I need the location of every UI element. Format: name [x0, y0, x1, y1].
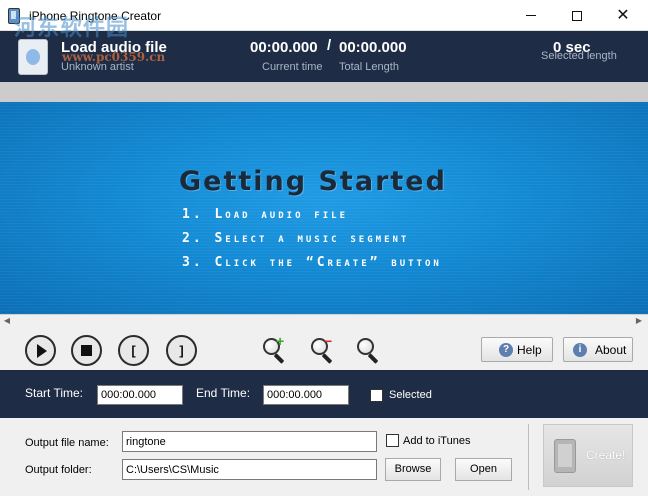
play-button[interactable]	[25, 335, 56, 366]
bracket-right-icon: ]	[179, 343, 184, 358]
output-folder-label: Output folder:	[25, 464, 92, 476]
zoom-in-button[interactable]: +	[261, 333, 289, 364]
stop-button[interactable]	[71, 335, 102, 366]
help-button[interactable]: ? Help	[481, 337, 553, 362]
step-2: 2. Select a music segment	[182, 231, 410, 246]
total-length-value: 00:00.000	[339, 39, 407, 56]
maximize-button[interactable]	[554, 0, 600, 31]
scroll-right-arrow-icon[interactable]: ▶	[634, 316, 644, 326]
add-to-itunes-label[interactable]: Add to iTunes	[403, 435, 470, 447]
about-label: About	[595, 343, 627, 357]
stop-icon	[81, 345, 92, 356]
start-time-input[interactable]	[97, 385, 183, 405]
about-button[interactable]: i About	[563, 337, 633, 362]
start-time-label: Start Time:	[25, 386, 84, 400]
scroll-left-arrow-icon[interactable]: ◀	[2, 316, 12, 326]
help-icon: ?	[499, 343, 513, 357]
close-button[interactable]: ✕	[600, 0, 646, 31]
set-start-button[interactable]: [	[118, 335, 149, 366]
end-time-label: End Time:	[196, 386, 251, 400]
create-label: Create!	[586, 448, 626, 462]
waveform-area[interactable]: Getting Started 1. Load audio file 2. Se…	[0, 102, 648, 314]
magnifier-icon	[357, 338, 374, 355]
minus-icon: −	[324, 333, 333, 349]
output-file-name-input[interactable]	[122, 431, 377, 452]
zoom-fit-button[interactable]	[355, 336, 383, 364]
watermark-logo: 河东软件园	[14, 16, 130, 41]
getting-started-title: Getting Started	[179, 166, 447, 197]
horizontal-scrollbar[interactable]: ◀ ▶	[0, 314, 648, 326]
zoom-out-button[interactable]: −	[309, 333, 337, 364]
info-icon: i	[573, 343, 587, 357]
transport-toolbar: [ ] + − ? Help i About	[0, 326, 648, 370]
end-time-input[interactable]	[263, 385, 349, 405]
plus-icon: +	[276, 333, 285, 349]
open-button[interactable]: Open	[455, 458, 512, 481]
minimize-icon	[526, 15, 536, 17]
output-panel: Output file name: Add to iTunes Output f…	[0, 418, 648, 496]
bracket-left-icon: [	[131, 343, 136, 358]
time-separator: /	[327, 37, 332, 54]
audio-file-icon[interactable]	[18, 39, 48, 75]
output-folder-input[interactable]	[122, 459, 377, 480]
set-end-button[interactable]: ]	[166, 335, 197, 366]
create-button[interactable]: Create!	[543, 424, 633, 487]
phone-icon	[554, 439, 576, 473]
selected-checkbox[interactable]	[370, 389, 383, 402]
current-time-value: 00:00.000	[250, 39, 318, 56]
output-file-name-label: Output file name:	[25, 437, 109, 449]
current-time-label: Current time	[262, 61, 323, 73]
timeline-ruler	[0, 82, 648, 102]
divider	[528, 424, 529, 490]
time-range-bar: Start Time: End Time: Selected	[0, 370, 648, 418]
play-icon	[37, 344, 47, 358]
selected-checkbox-label[interactable]: Selected	[389, 389, 432, 401]
step-3: 3. Click the “Create” button	[182, 255, 442, 270]
selected-length-label: Selected length	[541, 50, 617, 62]
add-to-itunes-checkbox[interactable]	[386, 434, 399, 447]
step-1: 1. Load audio file	[182, 207, 348, 222]
watermark-url: www.pc0359.cn	[62, 50, 166, 64]
maximize-icon	[572, 10, 582, 21]
browse-button[interactable]: Browse	[385, 458, 441, 481]
total-length-label: Total Length	[339, 61, 399, 73]
help-label: Help	[517, 343, 542, 357]
close-icon: ✕	[616, 7, 630, 24]
minimize-button[interactable]	[508, 0, 554, 31]
